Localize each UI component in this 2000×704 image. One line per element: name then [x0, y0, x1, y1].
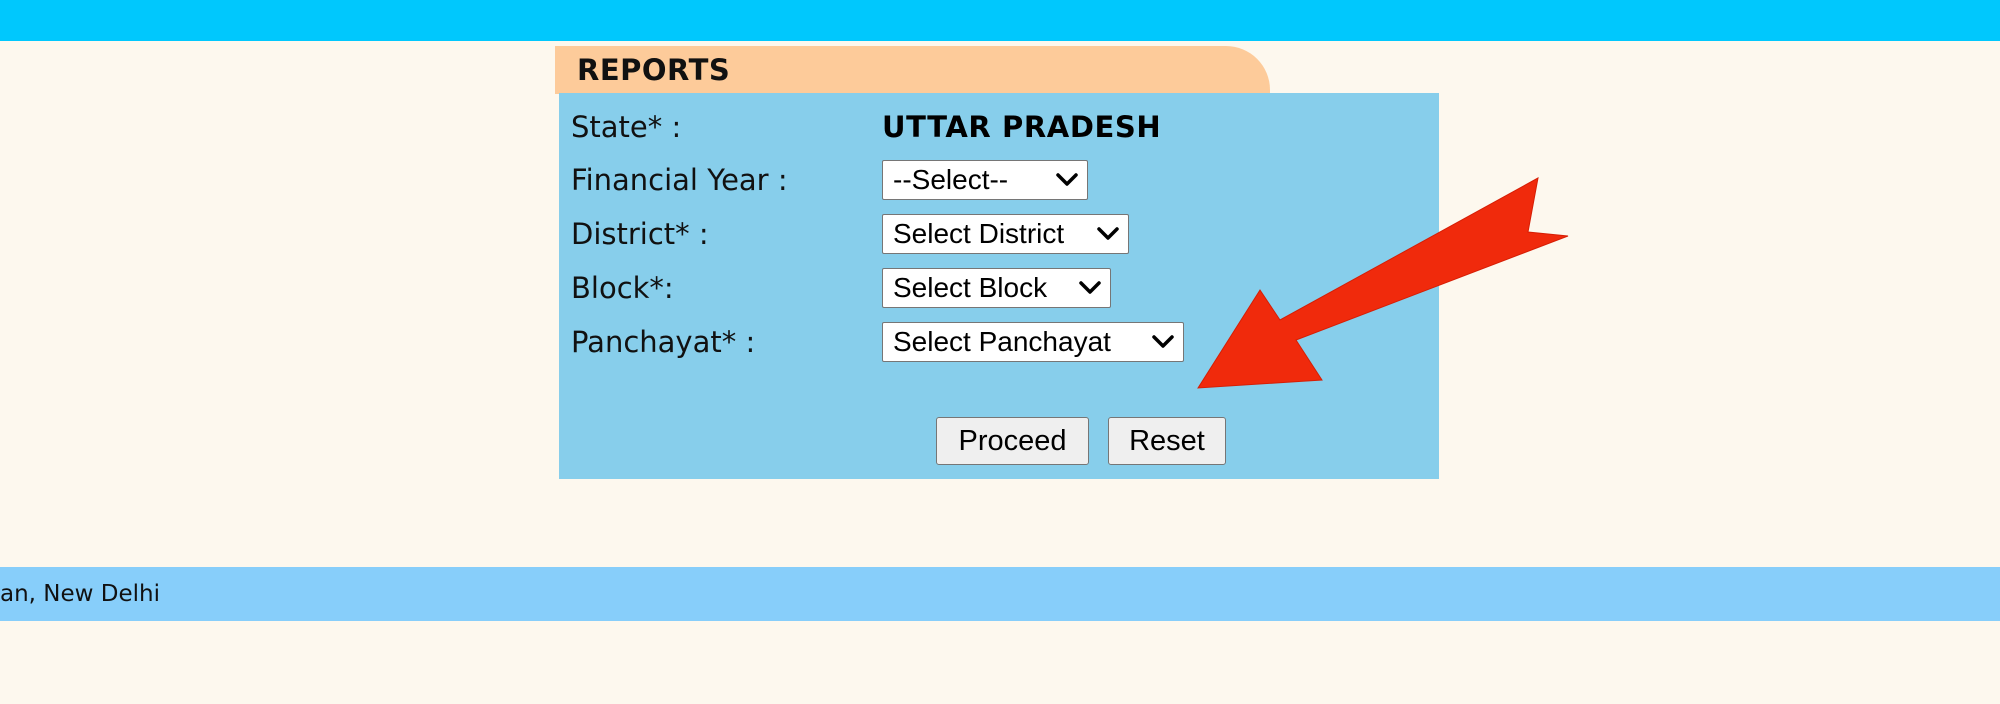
panchayat-selected: Select Panchayat — [893, 326, 1111, 357]
top-header-bar — [0, 0, 2000, 41]
chevron-down-icon — [1152, 335, 1174, 348]
proceed-button[interactable]: Proceed — [936, 417, 1089, 465]
financial-year-select[interactable]: --Select-- — [882, 160, 1088, 200]
panchayat-label: Panchayat* : — [571, 325, 756, 359]
state-label: State* : — [571, 110, 682, 144]
block-selected: Select Block — [893, 272, 1048, 303]
district-select[interactable]: Select District — [882, 214, 1129, 254]
reports-tab-header: REPORTS — [555, 46, 1270, 94]
block-select[interactable]: Select Block — [882, 268, 1111, 308]
footer-bar: an, New Delhi — [0, 567, 2000, 621]
chevron-down-icon — [1056, 173, 1078, 186]
financial-year-selected: --Select-- — [893, 164, 1009, 195]
panchayat-select[interactable]: Select Panchayat — [882, 322, 1184, 362]
reset-button[interactable]: Reset — [1108, 417, 1226, 465]
district-label: District* : — [571, 217, 709, 251]
red-arrow-annotation-icon — [1197, 177, 1569, 389]
financial-year-label: Financial Year : — [571, 163, 788, 197]
page: REPORTS State* : UTTAR PRADESH Financial… — [0, 0, 2000, 704]
state-value: UTTAR PRADESH — [882, 110, 1162, 144]
chevron-down-icon — [1097, 227, 1119, 240]
block-label: Block*: — [571, 271, 674, 305]
reports-title: REPORTS — [577, 53, 731, 87]
district-selected: Select District — [893, 218, 1065, 249]
footer-text: an, New Delhi — [0, 581, 160, 607]
chevron-down-icon — [1079, 281, 1101, 294]
